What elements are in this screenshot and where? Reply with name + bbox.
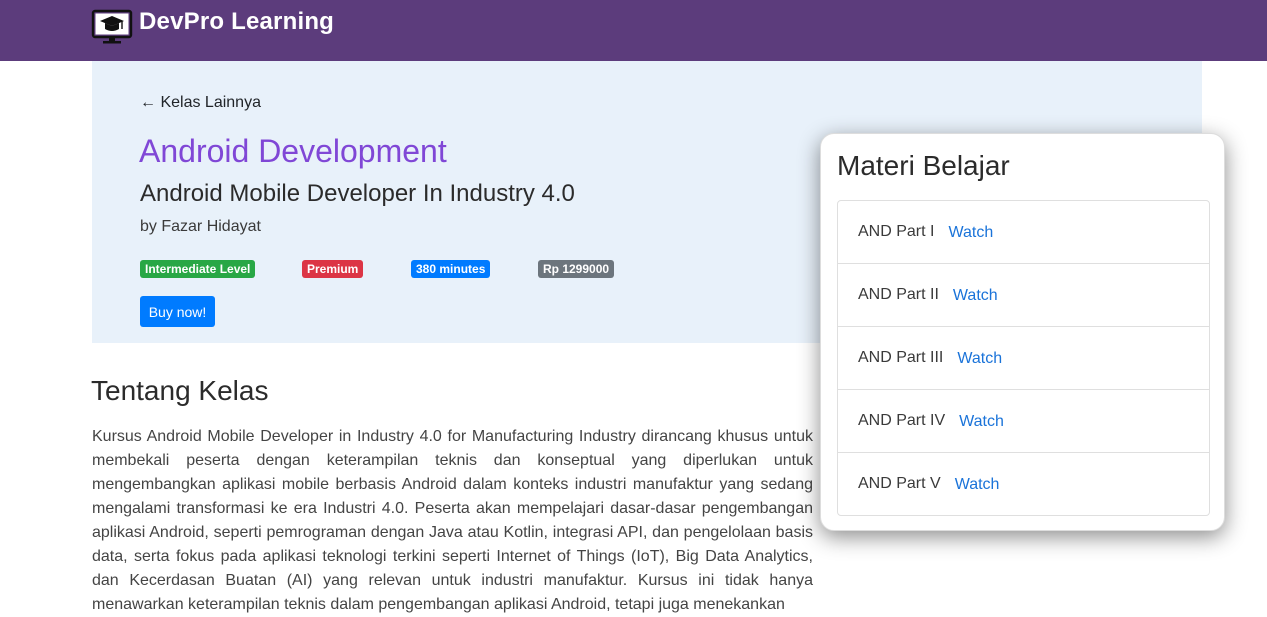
watch-link[interactable]: Watch xyxy=(953,287,998,305)
material-name: AND Part V xyxy=(858,475,941,492)
list-item: AND Part I Watch xyxy=(838,201,1209,263)
watch-link[interactable]: Watch xyxy=(959,413,1004,431)
list-item: AND Part II Watch xyxy=(838,263,1209,326)
level-badge: Intermediate Level xyxy=(140,260,256,278)
list-item: AND Part III Watch xyxy=(838,326,1209,389)
list-item: AND Part V Watch xyxy=(838,452,1209,515)
premium-badge: Premium xyxy=(302,260,364,278)
watch-link[interactable]: Watch xyxy=(955,476,1000,494)
about-section-title: Tentang Kelas xyxy=(91,375,269,406)
course-title: Android Development xyxy=(139,133,447,169)
monitor-graduation-cap-icon xyxy=(91,9,133,45)
back-to-classes-link[interactable]: ← Kelas Lainnya xyxy=(140,94,261,112)
list-item: AND Part IV Watch xyxy=(838,389,1209,452)
material-name: AND Part I xyxy=(858,223,935,240)
material-name: AND Part III xyxy=(858,349,944,366)
materials-card: Materi Belajar AND Part I Watch AND Part… xyxy=(820,133,1225,531)
about-description: Kursus Android Mobile Developer in Indus… xyxy=(92,428,813,613)
duration-badge: 380 minutes xyxy=(411,260,491,278)
material-name: AND Part IV xyxy=(858,412,946,429)
course-author: by Fazar Hidayat xyxy=(140,218,261,235)
brand-link[interactable]: DevPro Learning xyxy=(91,8,334,46)
material-name: AND Part II xyxy=(858,286,939,303)
top-navbar: DevPro Learning xyxy=(0,0,1267,61)
price-badge: Rp 1299000 xyxy=(538,260,615,278)
watch-link[interactable]: Watch xyxy=(948,224,993,242)
materials-list: AND Part I Watch AND Part II Watch AND P… xyxy=(837,200,1210,516)
brand-name: DevPro Learning xyxy=(139,8,335,35)
buy-now-button[interactable]: Buy now! xyxy=(140,296,215,327)
materials-title: Materi Belajar xyxy=(837,150,1010,181)
course-subtitle: Android Mobile Developer In Industry 4.0 xyxy=(140,180,575,207)
watch-link[interactable]: Watch xyxy=(957,350,1002,368)
